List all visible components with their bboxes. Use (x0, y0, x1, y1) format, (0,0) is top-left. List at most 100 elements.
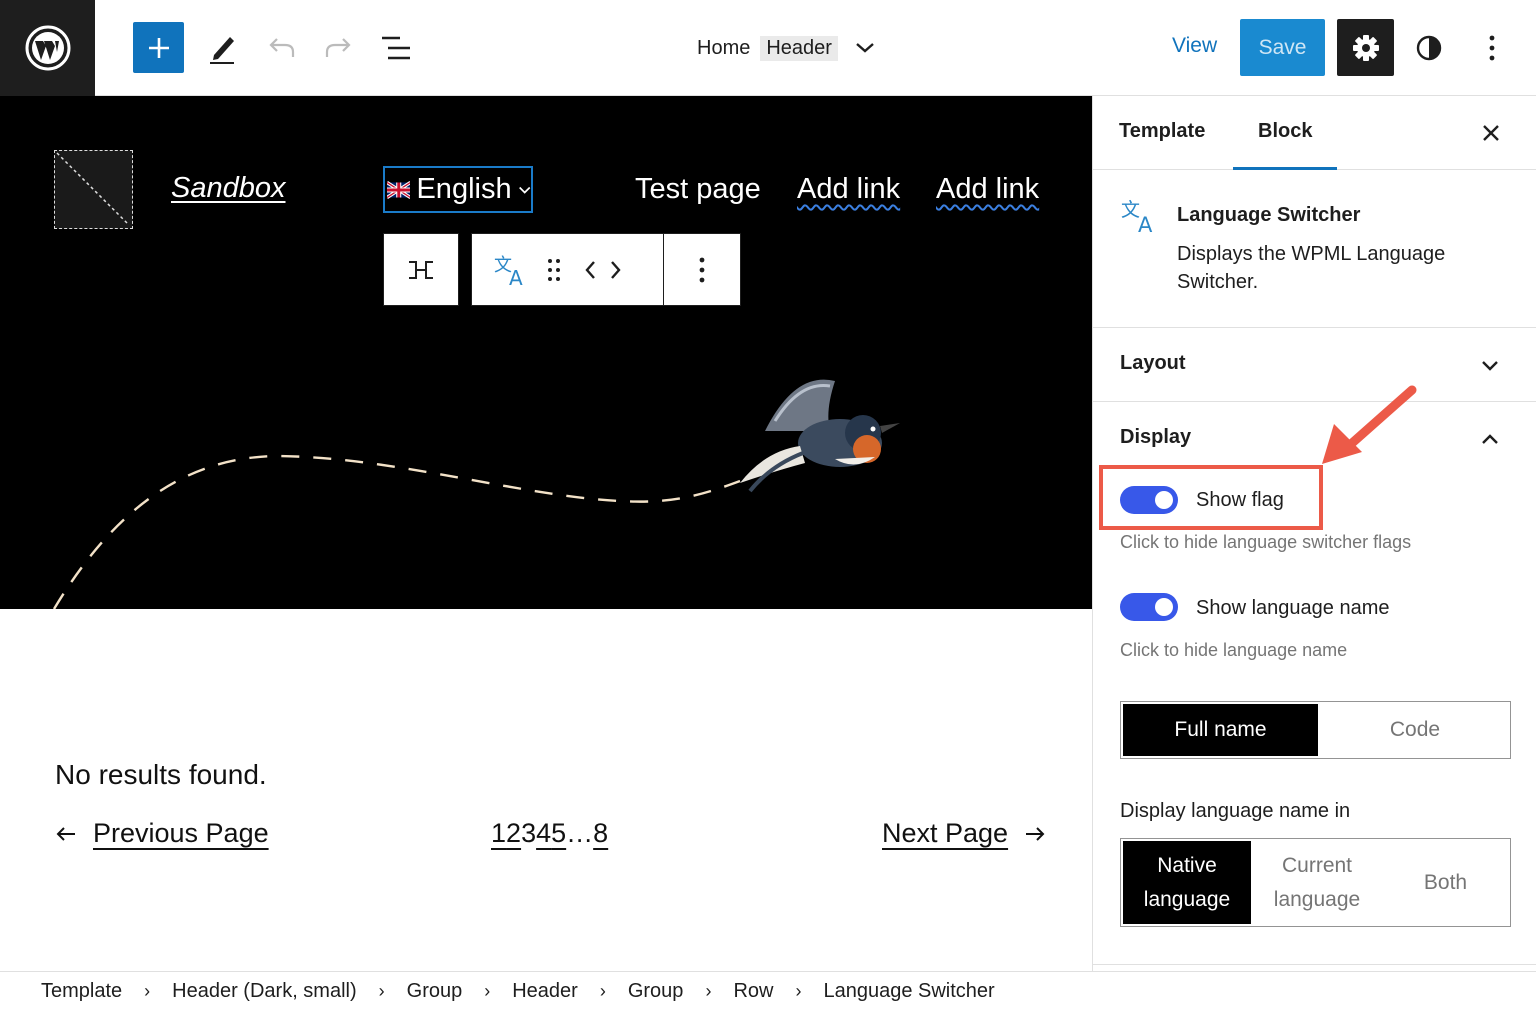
arrow-left-icon (56, 826, 75, 841)
chevron-right-icon: › (795, 981, 802, 1001)
layout-panel-title: Layout (1120, 352, 1186, 374)
display-language-in-label: Display language name in (1120, 800, 1351, 822)
chevron-up-icon (1482, 434, 1498, 444)
site-logo-placeholder[interactable] (54, 150, 133, 229)
redo-button[interactable] (318, 30, 358, 66)
svg-text:A: A (509, 266, 523, 288)
page-number[interactable]: 2 (506, 818, 521, 849)
display-in-native-language[interactable]: Native language (1123, 841, 1251, 924)
view-link[interactable]: View (1172, 34, 1217, 58)
drag-handle-icon[interactable] (544, 257, 564, 283)
tab-template[interactable]: Template (1119, 120, 1205, 143)
block-parent-selector[interactable] (383, 233, 459, 306)
page-number[interactable]: 5 (551, 818, 566, 849)
options-menu-button[interactable] (1474, 30, 1510, 66)
settings-sidebar: Template Block 文 A Language Switcher Dis… (1092, 96, 1536, 971)
document-title[interactable]: Home Header (697, 34, 876, 62)
page-number-current: 3 (521, 818, 537, 848)
previous-page-link[interactable]: Previous Page (93, 818, 269, 849)
chevron-right-icon: › (484, 981, 491, 1001)
half-circle-contrast-icon (1416, 35, 1442, 61)
gear-icon (1352, 34, 1379, 61)
sidebar-tabs: Template Block (1093, 96, 1536, 170)
save-button[interactable]: Save (1240, 19, 1325, 76)
pencil-icon (210, 37, 234, 64)
breadcrumb-item[interactable]: Group (628, 980, 684, 1003)
display-language-in-toggle-group: Native language Current language Both (1120, 838, 1511, 927)
page-ellipsis: … (566, 818, 594, 848)
uk-flag-icon (387, 180, 411, 199)
nav-item-add-link[interactable]: Add link (797, 173, 900, 206)
list-view-icon (382, 36, 410, 60)
undo-icon (269, 38, 295, 57)
pagination-previous[interactable]: Previous Page (55, 818, 269, 849)
show-language-name-toggle[interactable] (1120, 593, 1178, 621)
chevron-right-icon: › (144, 981, 151, 1001)
tab-block[interactable]: Block (1258, 120, 1312, 143)
name-format-code[interactable]: Code (1320, 702, 1510, 758)
annotation-highlight-box (1099, 465, 1323, 530)
pagination-numbers: 1 2 3 4 5 … 8 (491, 818, 608, 849)
language-switcher[interactable]: English (383, 166, 533, 213)
page-number[interactable]: 1 (491, 818, 506, 849)
chevron-down-icon (518, 186, 530, 194)
settings-button[interactable] (1337, 19, 1394, 76)
vertical-ellipsis-icon (1489, 35, 1495, 61)
chevron-down-icon (856, 43, 874, 53)
block-breadcrumb: Template › Header (Dark, small) › Group … (0, 971, 1536, 1011)
breadcrumb-item[interactable]: Header (512, 980, 578, 1003)
wordpress-logo-icon[interactable] (0, 0, 95, 96)
breadcrumb-item-current: Language Switcher (823, 980, 995, 1002)
block-title: Language Switcher (1177, 204, 1361, 226)
add-block-button[interactable] (133, 22, 184, 73)
chevron-down-icon (1482, 361, 1498, 371)
vertical-ellipsis-icon (699, 257, 705, 282)
block-toolbar-main: 文 A (471, 233, 664, 306)
close-icon[interactable] (1479, 121, 1503, 145)
svg-text:A: A (1138, 213, 1153, 236)
move-left-right-icon[interactable] (582, 257, 624, 283)
display-panel-title: Display (1120, 426, 1192, 448)
editor-topbar: Home Header View Save (0, 0, 1536, 96)
chevron-right-icon: › (378, 981, 385, 1001)
page-number[interactable]: 8 (593, 818, 608, 849)
nav-item-add-link[interactable]: Add link (936, 173, 1039, 206)
site-title[interactable]: Sandbox (171, 172, 286, 205)
breadcrumb-item[interactable]: Group (407, 980, 463, 1003)
translate-icon: 文 A (1121, 199, 1153, 236)
next-page-link[interactable]: Next Page (882, 818, 1008, 849)
pagination-next[interactable]: Next Page (882, 818, 1046, 849)
plus-icon (148, 37, 169, 58)
show-language-name-label: Show language name (1196, 597, 1390, 619)
styles-button[interactable] (1411, 30, 1447, 66)
breadcrumb-item[interactable]: Row (733, 980, 773, 1003)
name-format-full-name[interactable]: Full name (1123, 704, 1318, 756)
block-options-button[interactable] (663, 233, 741, 306)
chevron-right-icon: › (599, 981, 606, 1001)
bird-illustration (740, 379, 900, 493)
block-card: 文 A Language Switcher Displays the WPML … (1093, 170, 1536, 328)
editor-canvas: Sandbox English Test page Add link Add l… (0, 96, 1092, 971)
row-layout-icon (409, 260, 433, 279)
chevron-right-icon: › (705, 981, 712, 1001)
doc-title-home: Home (697, 36, 751, 59)
tools-button[interactable] (203, 28, 243, 68)
language-name: English (416, 173, 512, 205)
block-description: Displays the WPML Language Switcher. (1177, 243, 1446, 293)
arrow-right-icon (1026, 826, 1045, 841)
breadcrumb-item[interactable]: Template (41, 980, 122, 1003)
no-results-message: No results found. (55, 759, 267, 790)
redo-icon (325, 38, 351, 57)
translate-icon[interactable]: 文 A (492, 252, 528, 288)
header-block[interactable]: Sandbox English Test page Add link Add l… (0, 96, 1092, 609)
list-view-button[interactable] (376, 30, 416, 66)
display-in-current-language[interactable]: Current language (1253, 839, 1381, 926)
breadcrumb-item[interactable]: Header (Dark, small) (172, 980, 356, 1003)
dashed-flight-path-decoration (52, 454, 741, 609)
nav-item-test-page[interactable]: Test page (635, 173, 761, 206)
name-format-toggle-group: Full name Code (1120, 701, 1511, 759)
undo-button[interactable] (262, 30, 302, 66)
panel-divider (1093, 964, 1536, 965)
display-in-both[interactable]: Both (1381, 839, 1510, 926)
page-number[interactable]: 4 (536, 818, 551, 849)
